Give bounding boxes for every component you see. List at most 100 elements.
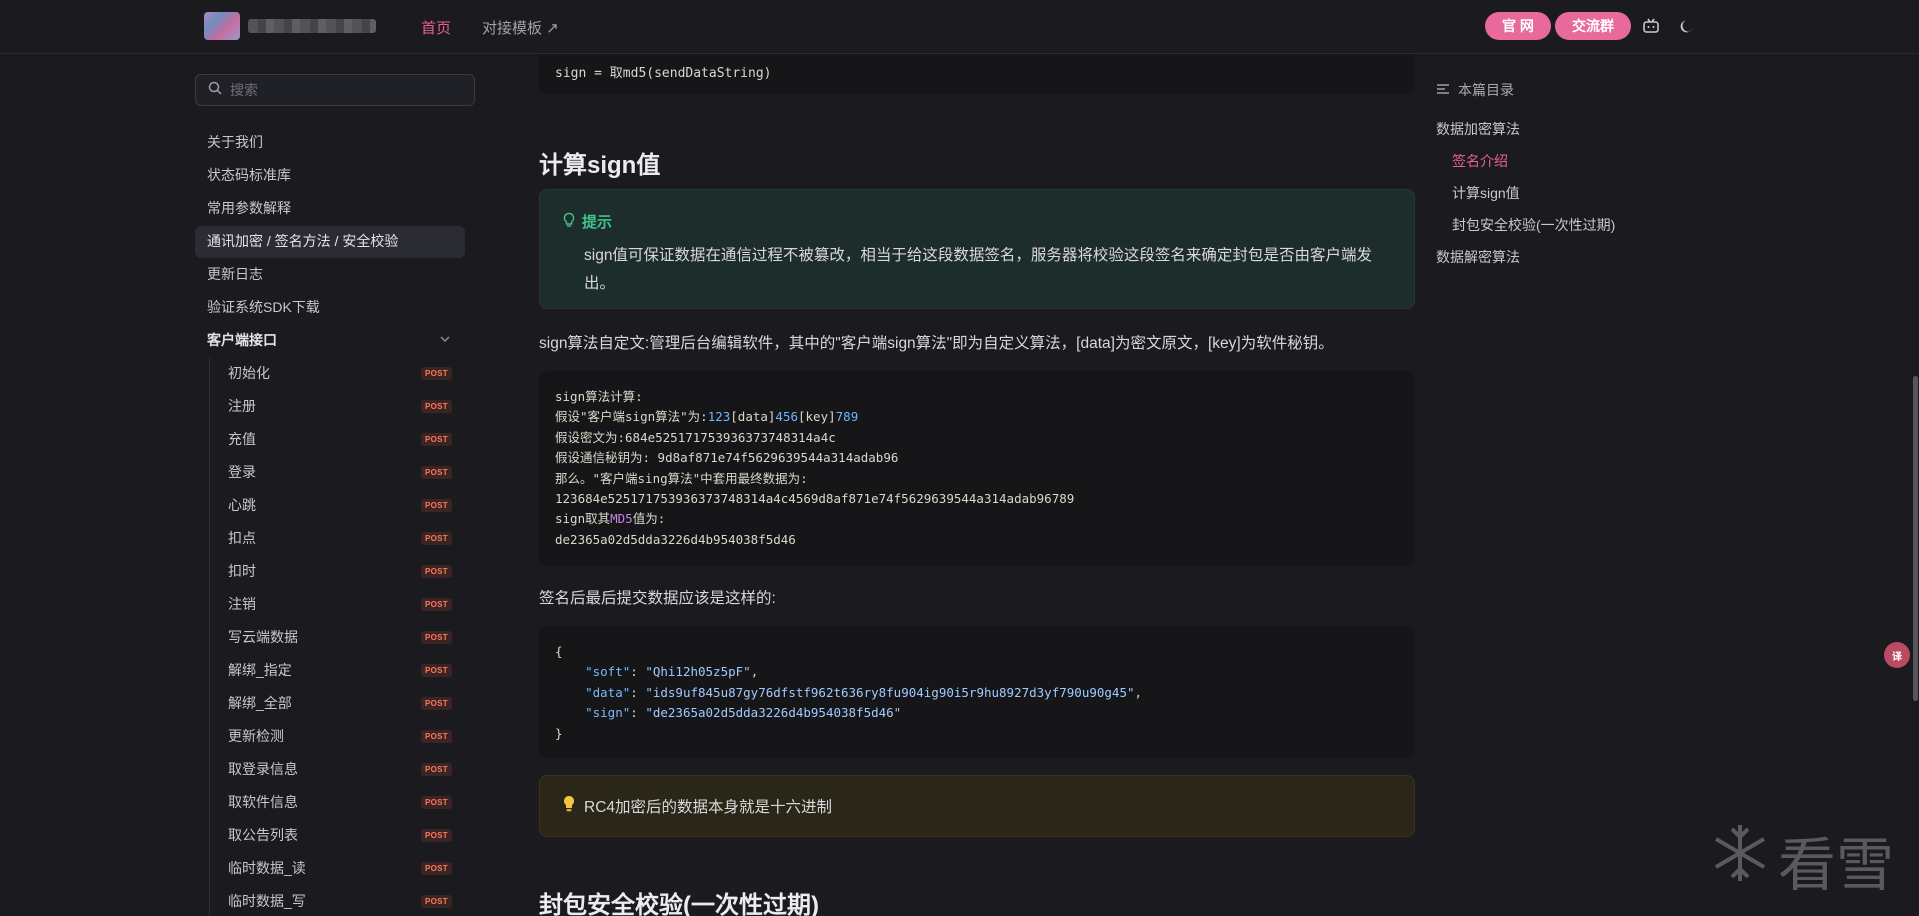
- code-block-json: { "soft": "Qhi12h05z5pF", "data": "ids9u…: [539, 626, 1415, 758]
- code-line: sign = 取md5(sendDataString): [555, 66, 772, 81]
- post-method-badge: POST: [421, 828, 452, 842]
- heading-compute-sign: 计算sign值: [539, 152, 661, 179]
- sidebar-api-item[interactable]: 心跳 POST: [228, 495, 452, 515]
- dark-mode-moon-icon[interactable]: [1675, 14, 1699, 38]
- post-method-badge: POST: [421, 432, 452, 446]
- code-token: [data]: [730, 409, 776, 425]
- sidebar-group-client-api[interactable]: 客户端接口: [207, 330, 451, 350]
- sidebar-api-label: 充值: [228, 431, 256, 447]
- search-icon: [208, 81, 222, 100]
- sidebar-api-label: 取登录信息: [228, 761, 298, 777]
- outline-item-encrypt[interactable]: 数据加密算法: [1436, 119, 1520, 139]
- sidebar-api-item[interactable]: 扣时 POST: [228, 561, 452, 581]
- sidebar-api-label: 取软件信息: [228, 794, 298, 810]
- sidebar-api-label: 临时数据_写: [228, 893, 306, 909]
- translate-float-button[interactable]: 译: [1884, 642, 1910, 668]
- search-input[interactable]: 搜索: [195, 74, 475, 106]
- sidebar-api-item[interactable]: 解绑_全部 POST: [228, 693, 452, 713]
- sidebar-api-item[interactable]: 解绑_指定 POST: [228, 660, 452, 680]
- sidebar-api-item[interactable]: 初始化 POST: [228, 363, 452, 383]
- code-number: 456: [775, 409, 798, 425]
- code-token: [key]: [798, 409, 836, 425]
- json-value: "de2365a02d5dda3226d4b954038f5d46": [645, 705, 902, 721]
- sidebar-api-label: 更新检测: [228, 728, 284, 744]
- kanxue-watermark: 看雪: [1708, 818, 1894, 902]
- sidebar-api-label: 心跳: [228, 497, 256, 513]
- post-method-badge: POST: [421, 663, 452, 677]
- sidebar-group-divider: [209, 358, 210, 916]
- sidebar-api-item[interactable]: 临时数据_读 POST: [228, 858, 452, 878]
- sidebar-api-item[interactable]: 注销 POST: [228, 594, 452, 614]
- site-name-blurred: [248, 19, 376, 33]
- sidebar-api-item[interactable]: 扣点 POST: [228, 528, 452, 548]
- site-logo[interactable]: [204, 12, 240, 40]
- post-method-badge: POST: [421, 696, 452, 710]
- bilibili-icon[interactable]: [1639, 14, 1663, 38]
- post-method-badge: POST: [421, 894, 452, 908]
- sidebar-api-label: 临时数据_读: [228, 860, 306, 876]
- code-keyword: MD5: [610, 511, 633, 527]
- post-method-badge: POST: [421, 564, 452, 578]
- sidebar-api-item[interactable]: 取软件信息 POST: [228, 792, 452, 812]
- json-value: "ids9uf845u87gy76dfstf962t636ry8fu904ig9…: [645, 684, 1135, 700]
- json-key: "soft": [585, 664, 631, 680]
- search-placeholder: 搜索: [230, 82, 258, 98]
- sidebar-api-item[interactable]: 写云端数据 POST: [228, 627, 452, 647]
- sidebar-api-item[interactable]: 注册 POST: [228, 396, 452, 416]
- outline-title-text: 本篇目录: [1458, 82, 1514, 98]
- sidebar-api-item[interactable]: 充值 POST: [228, 429, 452, 449]
- sidebar-item-changelog[interactable]: 更新日志: [207, 264, 263, 284]
- sidebar-item-about[interactable]: 关于我们: [207, 132, 263, 152]
- code-line: 假设通信秘钥为: 9d8af871e74f5629639544a314adab9…: [555, 450, 899, 466]
- sidebar-api-item[interactable]: 登录 POST: [228, 462, 452, 482]
- post-method-badge: POST: [421, 630, 452, 644]
- sidebar-item-encryption[interactable]: 通讯加密 / 签名方法 / 安全校验: [207, 231, 398, 251]
- code-line: 那么。"客户端sing算法"中套用最终数据为:: [555, 470, 808, 486]
- sidebar-item-params[interactable]: 常用参数解释: [207, 198, 291, 218]
- submit-data-paragraph: 签名后最后提交数据应该是这样的:: [539, 590, 776, 607]
- sidebar-group-label: 客户端接口: [207, 332, 277, 348]
- sidebar-api-label: 扣点: [228, 530, 256, 546]
- sidebar-api-item[interactable]: 取公告列表 POST: [228, 825, 452, 845]
- scrollbar-thumb[interactable]: [1913, 376, 1918, 701]
- outline-item-compute-sign[interactable]: 计算sign值: [1452, 183, 1520, 203]
- sidebar-api-label: 解绑_指定: [228, 662, 292, 678]
- post-method-badge: POST: [421, 597, 452, 611]
- sidebar-api-label: 解绑_全部: [228, 695, 292, 711]
- sidebar-api-item[interactable]: 取登录信息 POST: [228, 759, 452, 779]
- snowflake-icon: [1708, 821, 1772, 899]
- code-line: de2365a02d5dda3226d4b954038f5d46: [555, 531, 796, 547]
- sidebar-api-label: 初始化: [228, 365, 270, 381]
- sidebar-api-item[interactable]: 临时数据_写 POST: [228, 891, 452, 911]
- chat-group-button[interactable]: 交流群: [1555, 12, 1631, 40]
- outline-item-sign-intro[interactable]: 签名介绍: [1452, 151, 1508, 171]
- outline-title: 本篇目录: [1436, 80, 1514, 100]
- post-method-badge: POST: [421, 795, 452, 809]
- code-line: 假设"客户端sign算法"为:: [555, 409, 708, 425]
- sidebar-api-label: 写云端数据: [228, 629, 298, 645]
- outline-item-packet-check[interactable]: 封包安全校验(一次性过期): [1452, 215, 1615, 235]
- post-method-badge: POST: [421, 399, 452, 413]
- top-navbar: 首页 对接模板 ↗ 官 网 交流群: [0, 0, 1919, 54]
- tip-title: 提示: [562, 211, 612, 232]
- json-key: "data": [585, 684, 631, 700]
- nav-home-link[interactable]: 首页: [421, 17, 451, 38]
- list-icon: [1436, 82, 1450, 98]
- sidebar-api-label: 登录: [228, 464, 256, 480]
- official-site-button[interactable]: 官 网: [1485, 12, 1551, 40]
- sidebar-item-status-codes[interactable]: 状态码标准库: [207, 165, 291, 185]
- chevron-down-icon: [439, 332, 451, 348]
- warning-text: RC4加密后的数据本身就是十六进制: [584, 799, 833, 816]
- nav-template-link[interactable]: 对接模板 ↗: [482, 17, 559, 38]
- json-key: "sign": [585, 705, 631, 721]
- outline-item-decrypt[interactable]: 数据解密算法: [1436, 247, 1520, 267]
- sidebar-api-label: 注册: [228, 398, 256, 414]
- sidebar-item-sdk-download[interactable]: 验证系统SDK下载: [207, 297, 320, 317]
- post-method-badge: POST: [421, 729, 452, 743]
- heading-packet-check: 封包安全校验(一次性过期): [539, 892, 819, 916]
- sidebar-api-item[interactable]: 更新检测 POST: [228, 726, 452, 746]
- sidebar-api-label: 取公告列表: [228, 827, 298, 843]
- code-line: {: [555, 644, 563, 659]
- code-block-sign-calc: sign算法计算: 假设"客户端sign算法"为:123[data]456[ke…: [539, 371, 1415, 566]
- tip-body: sign值可保证数据在通信过程不被篡改，相当于给这段数据签名，服务器将校验这段签…: [584, 247, 1372, 292]
